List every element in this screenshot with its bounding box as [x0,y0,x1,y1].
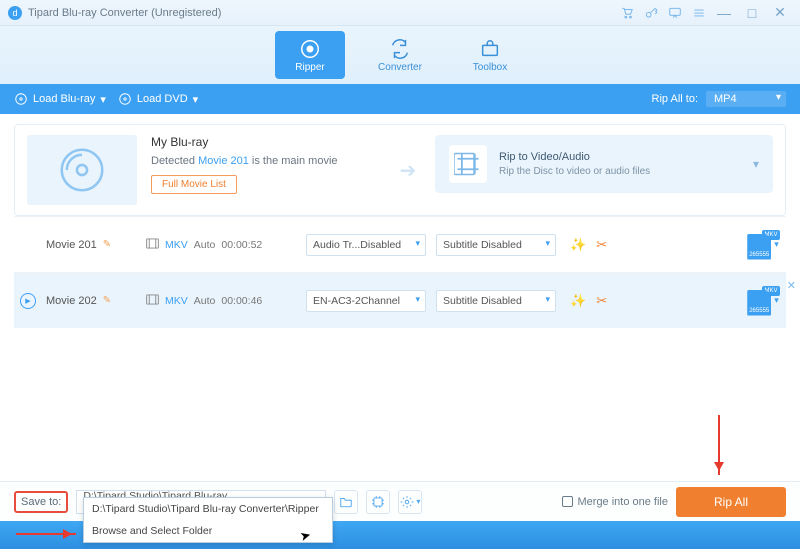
movie-name: Movie 202 [46,295,97,307]
ripper-icon [299,38,321,60]
key-icon[interactable] [642,4,660,22]
rip-target-card[interactable]: Rip to Video/Audio Rip the Disc to video… [435,135,773,193]
content-area: My Blu-ray Detected Movie 201 is the mai… [0,114,800,474]
tab-ripper-label: Ripper [295,62,324,73]
row-name-cell: Movie 202 ✎ [46,295,136,307]
chevron-down-icon: ▾ [753,157,759,171]
edit-icon[interactable]: ✨ [570,293,586,309]
cut-icon[interactable]: ✂ [596,237,607,253]
cart-icon[interactable] [618,4,636,22]
remove-row-icon[interactable]: ✕ [787,279,796,292]
dropdown-recent-path[interactable]: D:\Tipard Studio\Tipard Blu-ray Converte… [84,498,332,520]
rip-card-subtitle: Rip the Disc to video or audio files [499,166,741,177]
disc-summary-panel: My Blu-ray Detected Movie 201 is the mai… [14,124,786,216]
movie-name: Movie 201 [46,239,97,251]
load-dvd-button[interactable]: Load DVD ▾ [118,92,198,106]
format-page-icon: 265555 [747,290,771,316]
title-bar: d Tipard Blu-ray Converter (Unregistered… [0,0,800,26]
disc-info: My Blu-ray Detected Movie 201 is the mai… [151,135,381,194]
rename-icon[interactable]: ✎ [103,295,111,306]
rip-all-to-label: Rip All to: [652,93,698,105]
rename-icon[interactable]: ✎ [103,239,111,250]
tab-converter-label: Converter [378,62,422,73]
rip-all-to: Rip All to: MP4 [652,91,786,107]
rip-all-format-select[interactable]: MP4 [706,91,786,107]
duration: 00:00:46 [221,295,262,307]
edit-icon[interactable]: ✨ [570,237,586,253]
row-name-cell: Movie 201 ✎ [46,239,136,251]
chevron-down-icon: ▾ [193,93,199,106]
arrow-right-icon: ➔ [395,158,421,183]
converter-icon [389,38,411,60]
dropdown-browse-folder[interactable]: Browse and Select Folder [84,520,332,542]
window-title: Tipard Blu-ray Converter (Unregistered) [28,7,221,19]
disc-thumbnail [27,135,137,205]
auto-label: Auto [194,295,216,307]
tab-toolbox-label: Toolbox [473,62,507,73]
minimize-button[interactable]: — [712,1,736,25]
gpu-accel-button[interactable] [366,490,390,514]
settings-button[interactable] [398,490,422,514]
container-format: MKV [165,239,188,251]
annotation-arrow-right [16,533,76,535]
save-path-dropdown: D:\Tipard Studio\Tipard Blu-ray Converte… [83,497,333,543]
format-page-icon: 265555 [747,234,771,260]
checkbox-icon [562,496,573,507]
rip-card-title: Rip to Video/Audio [499,151,741,163]
chevron-down-icon: ▾ [774,295,779,306]
chevron-down-icon: ▾ [774,239,779,250]
movie-row: Movie 201 ✎ MKV Auto 00:00:52 Audio Tr..… [14,216,786,272]
output-format-chip[interactable]: MKV 265555 ▾ [746,286,780,316]
bluray-disc-icon [55,143,109,197]
source-toolbar: Load Blu-ray ▾ Load DVD ▾ Rip All to: MP… [0,84,800,114]
row-meta: MKV Auto 00:00:46 [146,294,296,308]
video-info-icon [146,238,159,252]
video-info-icon [146,294,159,308]
tab-converter[interactable]: Converter [365,31,435,79]
row-meta: MKV Auto 00:00:52 [146,238,296,252]
app-logo-icon: d [8,6,22,20]
mode-tabs: Ripper Converter Toolbox [0,26,800,84]
open-folder-button[interactable] [334,490,358,514]
play-icon[interactable]: ▶ [20,293,36,309]
cut-icon[interactable]: ✂ [596,293,607,309]
merge-label: Merge into one file [578,496,669,508]
output-format-chip[interactable]: MKV 265555 ▾ [746,230,780,260]
subtitle-select[interactable]: Subtitle Disabled [436,290,556,312]
disc-detected-text: Detected Movie 201 is the main movie [151,155,381,167]
film-strip-icon [449,145,487,183]
maximize-button[interactable]: □ [740,1,764,25]
disc-title: My Blu-ray [151,135,381,149]
annotation-arrow-down [718,415,720,475]
duration: 00:00:52 [221,239,262,251]
load-bluray-button[interactable]: Load Blu-ray ▾ [14,92,106,106]
save-to-label: Save to: [14,491,68,513]
merge-checkbox[interactable]: Merge into one file [562,496,669,508]
rip-all-format-value: MP4 [714,93,737,105]
menu-icon[interactable] [690,4,708,22]
main-movie-link[interactable]: Movie 201 [198,155,249,167]
app-window: d Tipard Blu-ray Converter (Unregistered… [0,0,800,549]
auto-label: Auto [194,239,216,251]
subtitle-select[interactable]: Subtitle Disabled [436,234,556,256]
container-format: MKV [165,295,188,307]
full-movie-list-button[interactable]: Full Movie List [151,175,237,194]
tab-ripper[interactable]: Ripper [275,31,345,79]
chevron-down-icon: ▾ [100,93,106,106]
feedback-icon[interactable] [666,4,684,22]
audio-track-select[interactable]: Audio Tr...Disabled [306,234,426,256]
rip-all-button[interactable]: Rip All [676,487,786,517]
toolbox-icon [479,38,501,60]
movie-row: ▶ Movie 202 ✎ MKV Auto 00:00:46 EN-AC3-2… [14,272,786,328]
load-dvd-label: Load DVD [137,93,188,105]
tab-toolbox[interactable]: Toolbox [455,31,525,79]
load-bluray-label: Load Blu-ray [33,93,95,105]
close-button[interactable]: ✕ [768,1,792,25]
audio-track-select[interactable]: EN-AC3-2Channel [306,290,426,312]
